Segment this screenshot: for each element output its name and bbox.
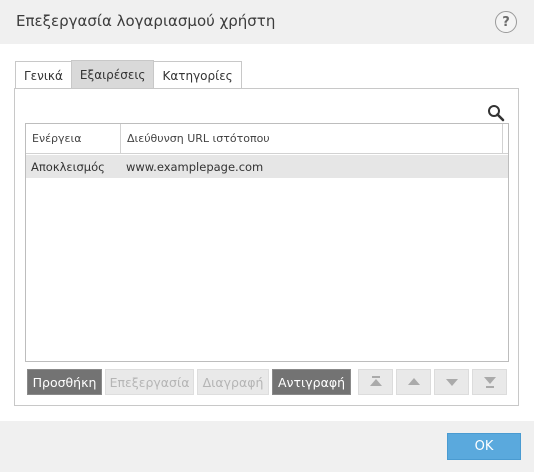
tab-exceptions[interactable]: Εξαιρέσεις: [70, 60, 155, 89]
add-button[interactable]: Προσθήκη: [27, 369, 102, 395]
dialog-titlebar: Επεξεργασία λογαριασμού χρήστη ?: [0, 0, 534, 44]
column-header-action[interactable]: Ενέργεια: [26, 124, 121, 153]
table-row[interactable]: Αποκλεισμός www.examplepage.com: [26, 155, 508, 178]
tab-categories[interactable]: Κατηγορίες: [153, 61, 242, 89]
move-bottom-button[interactable]: [472, 369, 507, 395]
move-up-button[interactable]: [396, 369, 431, 395]
delete-button[interactable]: Διαγραφή: [197, 369, 269, 395]
exceptions-table: Ενέργεια Διεύθυνση URL ιστότοπου Αποκλει…: [25, 123, 509, 362]
copy-button[interactable]: Αντιγραφή: [272, 369, 351, 395]
tab-general[interactable]: Γενικά: [15, 61, 72, 89]
edit-button[interactable]: Επεξεργασία: [105, 369, 194, 395]
move-top-icon: [369, 376, 382, 386]
ok-button[interactable]: OK: [447, 433, 521, 460]
help-button[interactable]: ?: [495, 11, 517, 33]
table-header: Ενέργεια Διεύθυνση URL ιστότοπου: [26, 124, 508, 154]
move-bottom-icon: [483, 377, 496, 388]
search-button[interactable]: [484, 101, 508, 125]
column-header-url[interactable]: Διεύθυνση URL ιστότοπου: [121, 124, 503, 153]
row-action: Αποκλεισμός: [31, 159, 105, 174]
row-url: www.examplepage.com: [126, 159, 264, 174]
move-down-icon: [445, 379, 458, 386]
search-icon: [488, 105, 505, 122]
move-top-button[interactable]: [358, 369, 393, 395]
move-down-button[interactable]: [434, 369, 469, 395]
move-up-icon: [407, 378, 420, 385]
dialog-title: Επεξεργασία λογαριασμού χρήστη: [16, 12, 276, 30]
tab-bar: Γενικά Εξαιρέσεις Κατηγορίες: [15, 60, 242, 89]
